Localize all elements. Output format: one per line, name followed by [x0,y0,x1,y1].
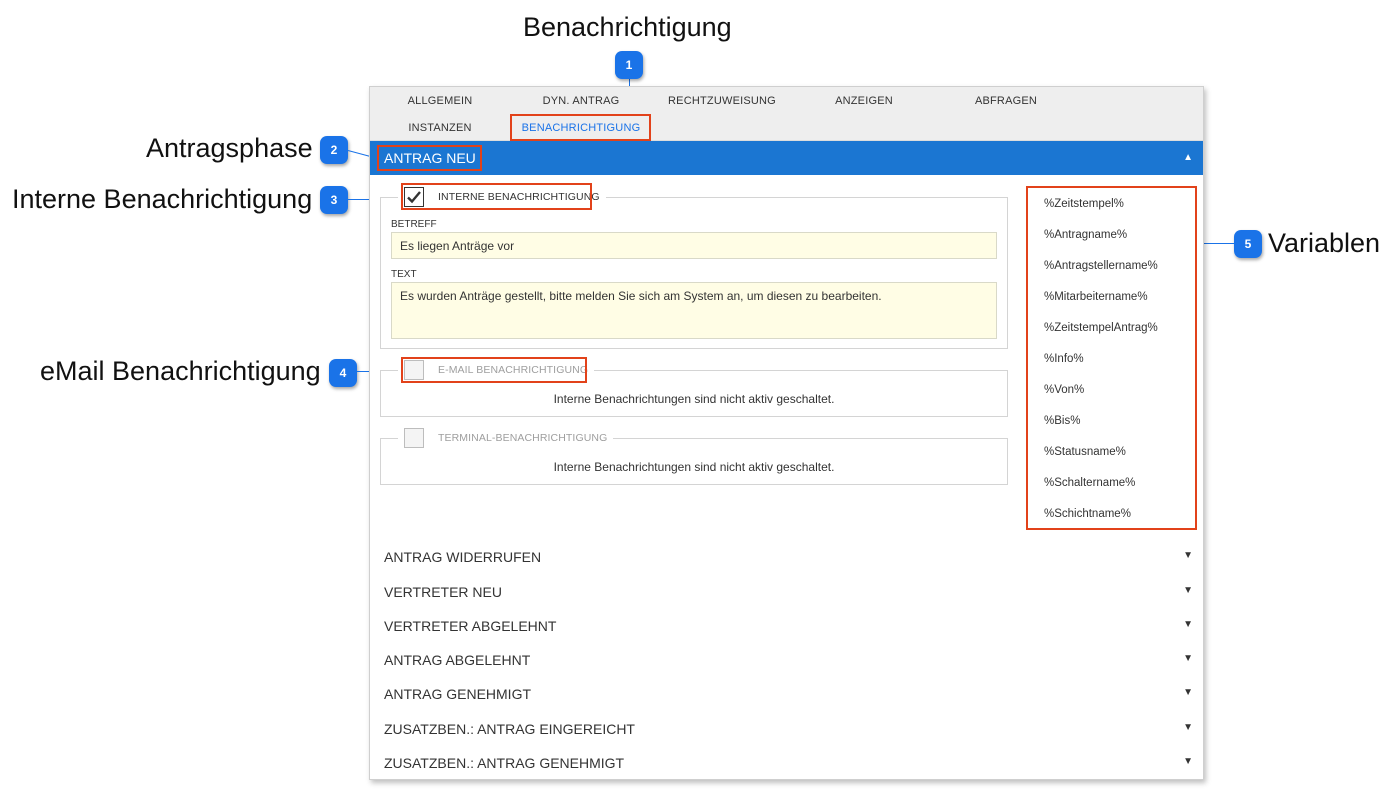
callout-badge-5: 5 [1234,230,1262,258]
terminal-info-text: Interne Benachrichtungen sind nicht akti… [553,460,835,474]
tab-dyn-antrag[interactable]: DYN. ANTRAG [511,95,651,107]
tab-allgemein[interactable]: ALLGEMEIN [370,95,510,107]
variable-item[interactable]: %Von% [1044,384,1084,396]
accordion-item-label: ANTRAG ABGELEHNT [384,652,531,668]
collapse-arrow-icon[interactable]: ▲ [1183,152,1193,163]
accordion-item-label: ANTRAG GENEHMIGT [384,686,532,702]
email-notification-legend: E-MAIL BENACHRICHTIGUNG [398,359,595,381]
phase-header-antrag-neu[interactable]: ANTRAG NEU ▲ [370,141,1203,175]
expand-arrow-icon[interactable]: ▼ [1183,653,1193,664]
tab-anzeigen[interactable]: ANZEIGEN [794,95,934,107]
callout-label-email-benachrichtigung: eMail Benachrichtigung [40,356,321,386]
variable-item[interactable]: %ZeitstempelAntrag% [1044,322,1158,334]
accordion-item-vertreter-neu[interactable]: VERTRETER NEU ▼ [370,575,1203,609]
terminal-notification-label: TERMINAL-BENACHRICHTIGUNG [438,432,608,444]
accordion-item-label: ANTRAG WIDERRUFEN [384,549,542,565]
internal-notification-group: BETREFF Es liegen Anträge vor TEXT Es wu… [380,197,1008,349]
accordion-item-zusatzben-genehmigt[interactable]: ZUSATZBEN.: ANTRAG GENEHMIGT ▼ [370,746,1203,780]
variable-item[interactable]: %Zeitstempel% [1044,198,1124,210]
accordion-item-antrag-genehmigt[interactable]: ANTRAG GENEHMIGT ▼ [370,677,1203,711]
callout-badge-2: 2 [320,136,348,164]
email-info-text: Interne Benachrichtungen sind nicht akti… [553,392,835,406]
internal-notification-legend: INTERNE BENACHRICHTIGUNG [398,186,606,208]
terminal-notification-legend: TERMINAL-BENACHRICHTIGUNG [398,427,614,449]
accordion-item-antrag-abgelehnt[interactable]: ANTRAG ABGELEHNT ▼ [370,643,1203,677]
terminal-notification-checkbox[interactable] [404,428,424,448]
variable-item[interactable]: %Antragname% [1044,229,1127,241]
callout-label-variablen: Variablen [1268,228,1381,258]
variables-list: %Zeitstempel% %Antragname% %Antragstelle… [1027,187,1197,529]
variable-item[interactable]: %Bis% [1044,415,1080,427]
variable-item[interactable]: %Antragstellername% [1044,260,1158,272]
subject-input[interactable]: Es liegen Anträge vor [391,232,997,259]
email-notification-label: E-MAIL BENACHRICHTIGUNG [438,364,589,376]
tab-rechtzuweisung[interactable]: RECHTZUWEISUNG [652,95,792,107]
expand-arrow-icon[interactable]: ▼ [1183,585,1193,596]
tab-benachrichtigung[interactable]: BENACHRICHTIGUNG [511,122,651,134]
callout-label-benachrichtigung: Benachrichtigung [523,12,732,42]
settings-panel: ALLGEMEIN DYN. ANTRAG RECHTZUWEISUNG ANZ… [369,86,1204,780]
accordion-item-label: VERTRETER NEU [384,584,502,600]
variable-item[interactable]: %Schichtname% [1044,508,1131,520]
callout-badge-1: 1 [615,51,643,79]
accordion-item-antrag-widerrufen[interactable]: ANTRAG WIDERRUFEN ▼ [370,540,1203,574]
tab-bar: ALLGEMEIN DYN. ANTRAG RECHTZUWEISUNG ANZ… [370,87,1203,141]
internal-notification-checkbox[interactable] [404,187,424,207]
expand-arrow-icon[interactable]: ▼ [1183,687,1193,698]
variable-item[interactable]: %Statusname% [1044,446,1126,458]
expand-arrow-icon[interactable]: ▼ [1183,722,1193,733]
callout-badge-4: 4 [329,359,357,387]
expand-arrow-icon[interactable]: ▼ [1183,756,1193,767]
text-label: TEXT [391,269,417,280]
phase-title: ANTRAG NEU [384,150,476,166]
accordion-item-label: ZUSATZBEN.: ANTRAG GENEHMIGT [384,755,625,771]
internal-notification-label: INTERNE BENACHRICHTIGUNG [438,191,600,203]
callout-badge-3: 3 [320,186,348,214]
variable-item[interactable]: %Mitarbeitername% [1044,291,1148,303]
accordion-item-vertreter-abgelehnt[interactable]: VERTRETER ABGELEHNT ▼ [370,609,1203,643]
accordion-item-label: VERTRETER ABGELEHNT [384,618,557,634]
text-textarea[interactable]: Es wurden Anträge gestellt, bitte melden… [391,282,997,339]
subject-label: BETREFF [391,219,437,230]
expand-arrow-icon[interactable]: ▼ [1183,550,1193,561]
checkmark-icon [407,191,421,204]
callout-label-antragsphase: Antragsphase [146,133,313,163]
tab-instanzen[interactable]: INSTANZEN [370,122,510,134]
accordion-item-label: ZUSATZBEN.: ANTRAG EINGEREICHT [384,721,635,737]
variable-item[interactable]: %Schaltername% [1044,477,1135,489]
tab-abfragen[interactable]: ABFRAGEN [936,95,1076,107]
callout-label-interne-benachrichtigung: Interne Benachrichtigung [12,184,313,214]
variable-item[interactable]: %Info% [1044,353,1084,365]
accordion-item-zusatzben-eingereicht[interactable]: ZUSATZBEN.: ANTRAG EINGEREICHT ▼ [370,712,1203,746]
email-notification-checkbox[interactable] [404,360,424,380]
expand-arrow-icon[interactable]: ▼ [1183,619,1193,630]
